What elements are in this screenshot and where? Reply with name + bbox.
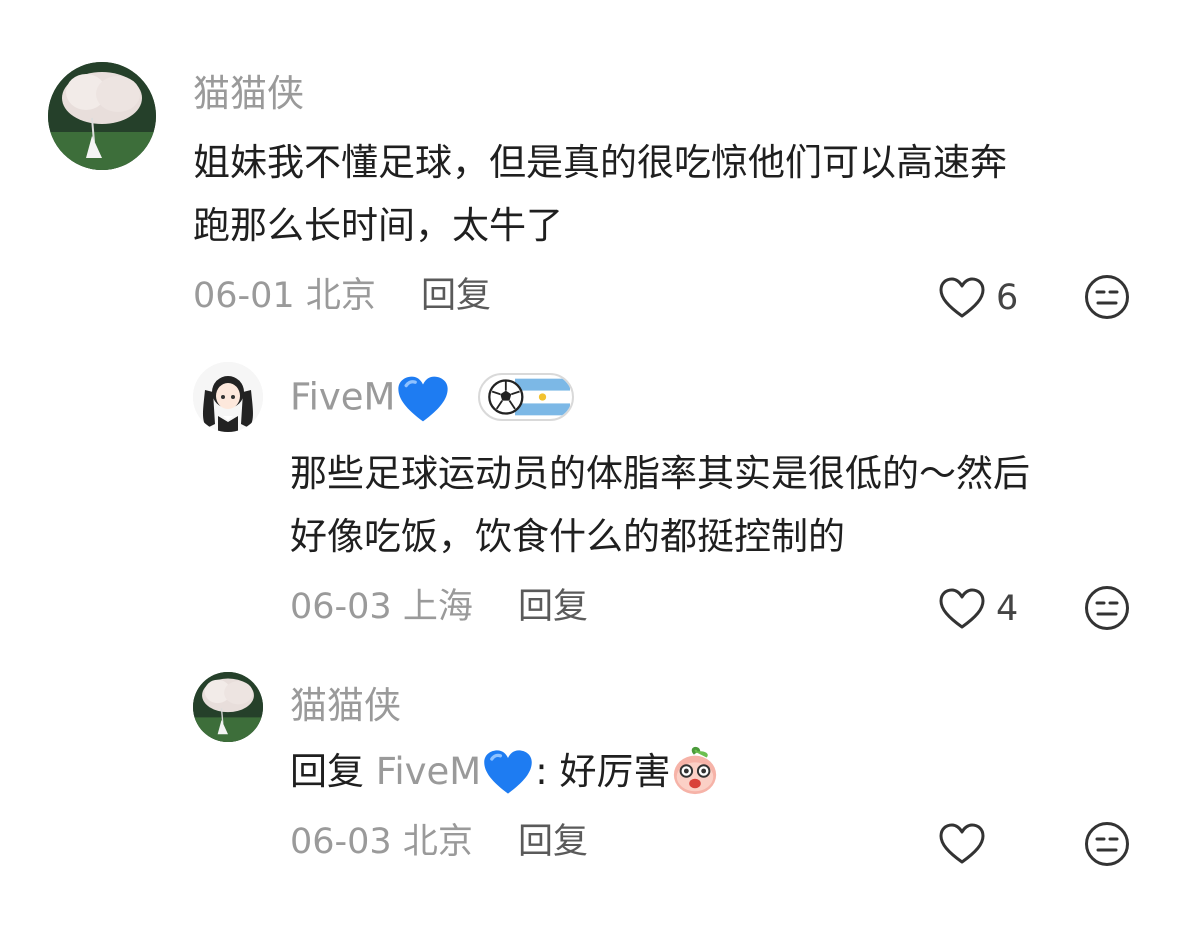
dislike-button[interactable] bbox=[1084, 585, 1130, 631]
comment-date: 06-03 bbox=[290, 587, 392, 627]
comment-text-line: 好像吃饭，饮食什么的都挺控制的 bbox=[290, 515, 845, 558]
username-text[interactable]: FiveM bbox=[290, 376, 395, 419]
blue-heart-icon bbox=[395, 374, 451, 424]
blue-heart-icon bbox=[481, 742, 535, 805]
mentioned-username[interactable]: FiveM bbox=[376, 750, 481, 793]
username: FiveM bbox=[290, 374, 451, 424]
reply-button[interactable]: 回复 bbox=[518, 587, 588, 627]
reply-button[interactable]: 回复 bbox=[518, 822, 588, 862]
cloud-girl-avatar-image bbox=[48, 62, 156, 170]
username[interactable]: 猫猫侠 bbox=[290, 684, 401, 728]
comment-text-line: 跑那么长时间，太牛了 bbox=[193, 204, 563, 247]
argentina-flag-icon bbox=[488, 378, 570, 416]
comment-meta: 06-01 北京 回复 bbox=[193, 274, 491, 318]
avatar[interactable] bbox=[193, 672, 263, 742]
comment-date: 06-03 bbox=[290, 822, 392, 862]
username[interactable]: 猫猫侠 bbox=[193, 72, 304, 116]
comment-meta: 06-03 北京 回复 bbox=[290, 820, 588, 864]
unamused-face-icon bbox=[1085, 275, 1129, 319]
comment-meta: 06-03 上海 回复 bbox=[290, 585, 588, 629]
unamused-face-icon bbox=[1085, 586, 1129, 630]
like-button[interactable]: 4 bbox=[938, 584, 1018, 634]
comment-date: 06-01 bbox=[193, 276, 295, 316]
comment-text-line: 姐妹我不懂足球，但是真的很吃惊他们可以高速奔 bbox=[193, 141, 1007, 184]
dislike-button[interactable] bbox=[1084, 274, 1130, 320]
comment-text-line: 那些足球运动员的体脂率其实是很低的～然后 bbox=[290, 452, 1030, 495]
like-count: 4 bbox=[996, 589, 1019, 629]
dislike-button[interactable] bbox=[1084, 821, 1130, 867]
heart-outline-icon bbox=[939, 823, 985, 864]
heart-outline-icon bbox=[939, 277, 985, 318]
anime-girl-avatar-image bbox=[193, 362, 263, 432]
soccer-flag-badge bbox=[478, 373, 574, 421]
cloud-girl-avatar-image bbox=[193, 672, 263, 742]
like-button[interactable]: 6 bbox=[938, 273, 1018, 323]
surprised-peach-emoji-icon bbox=[670, 742, 720, 805]
comment-location: 北京 bbox=[402, 822, 473, 862]
heart-outline-icon bbox=[939, 588, 985, 629]
comment-text: 回复 FiveM : 好厉害 bbox=[290, 740, 1150, 805]
reply-prefix: 回复 bbox=[290, 750, 364, 793]
like-button[interactable] bbox=[938, 819, 996, 869]
soccer-ball-icon bbox=[488, 379, 524, 415]
like-count: 6 bbox=[996, 278, 1019, 318]
avatar[interactable] bbox=[48, 62, 156, 170]
comment-location: 北京 bbox=[305, 276, 376, 316]
reply-button[interactable]: 回复 bbox=[421, 276, 491, 316]
reply-text: : 好厉害 bbox=[535, 750, 671, 793]
comment-location: 上海 bbox=[402, 587, 473, 627]
comment-text: 姐妹我不懂足球，但是真的很吃惊他们可以高速奔 跑那么长时间，太牛了 bbox=[193, 131, 1133, 257]
comment-text: 那些足球运动员的体脂率其实是很低的～然后 好像吃饭，饮食什么的都挺控制的 bbox=[290, 442, 1150, 568]
unamused-face-icon bbox=[1085, 822, 1129, 866]
avatar[interactable] bbox=[193, 362, 263, 432]
